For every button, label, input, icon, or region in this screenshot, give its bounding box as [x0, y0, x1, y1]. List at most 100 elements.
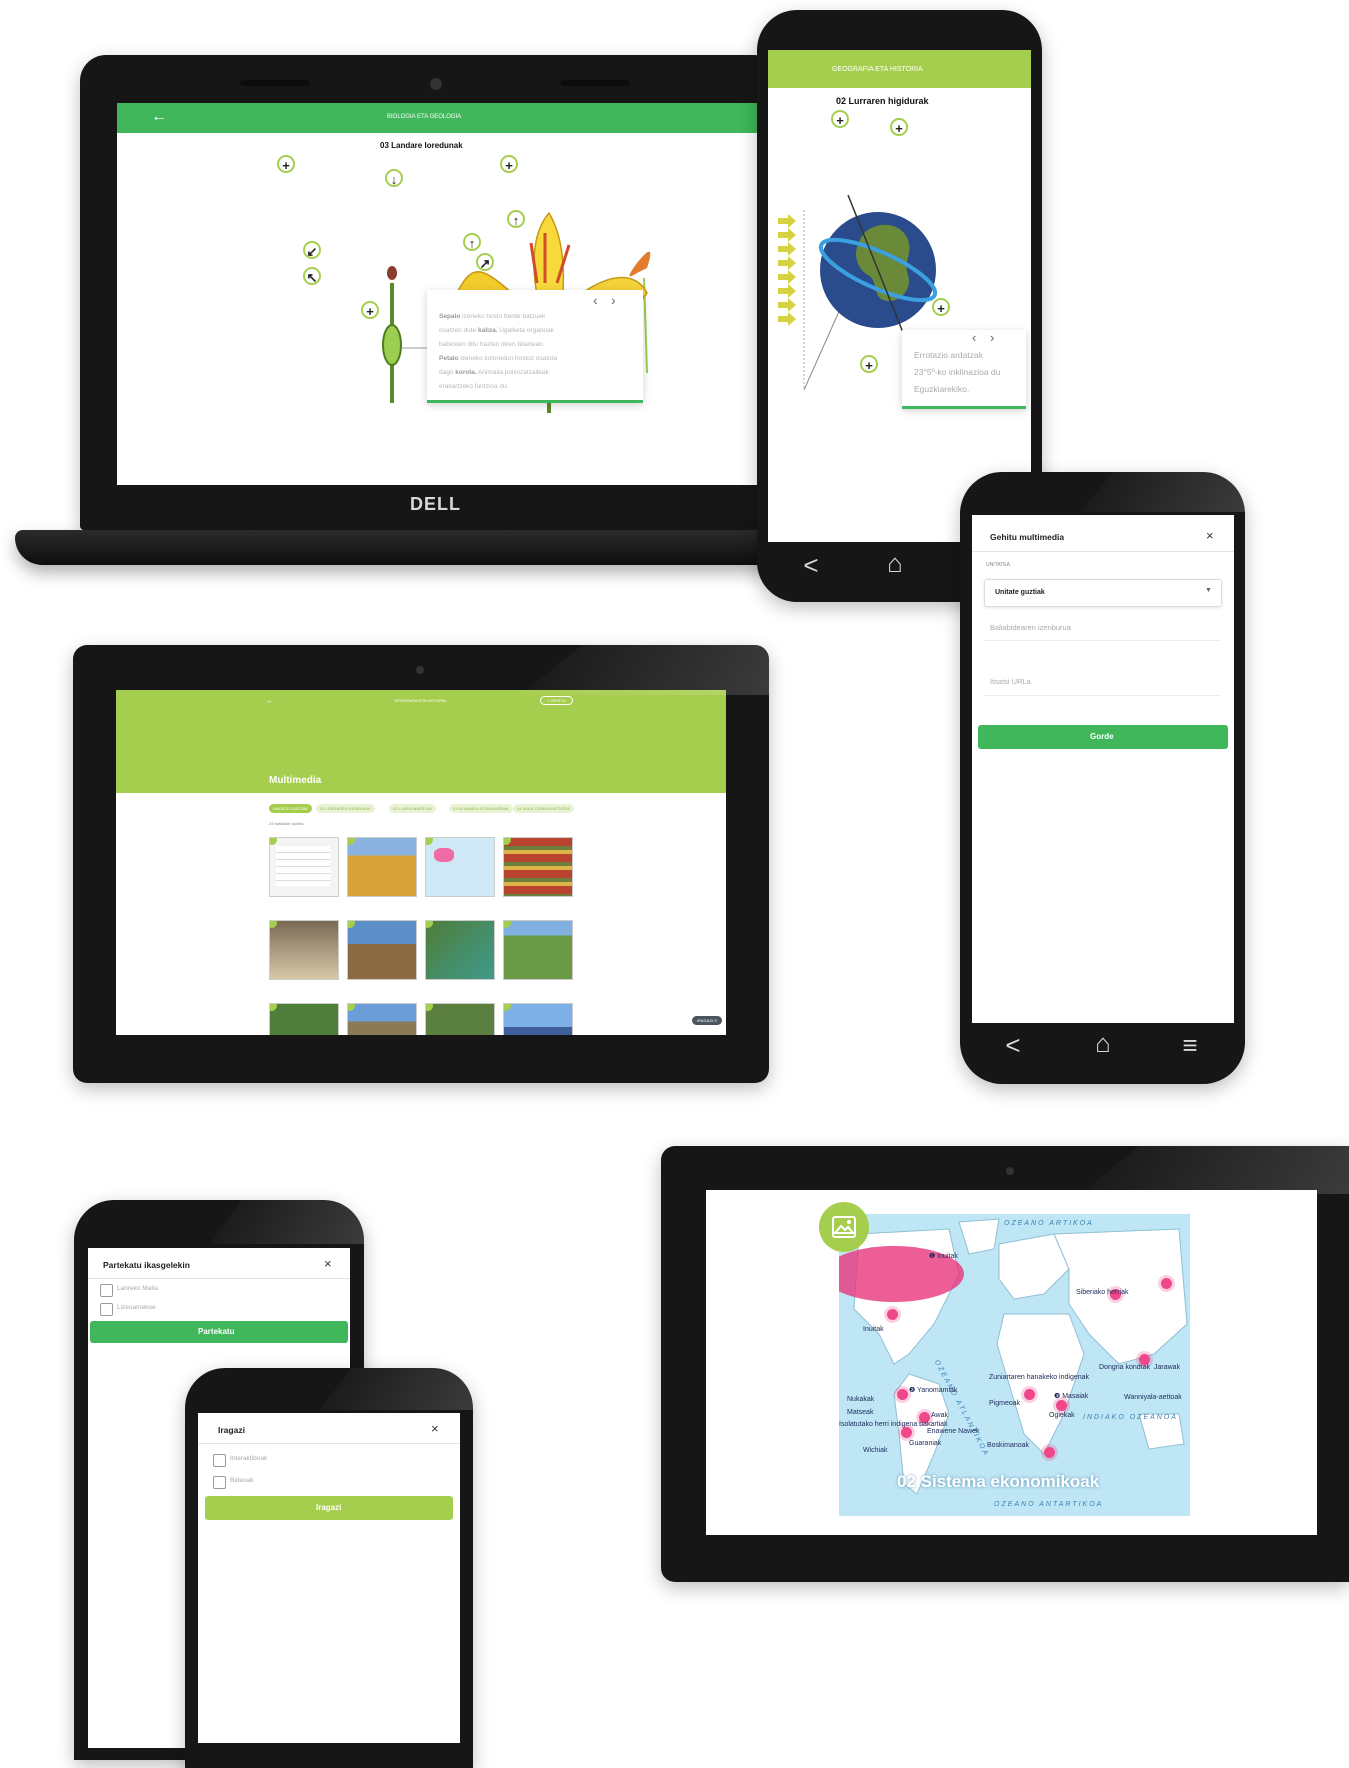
- menu-nav-icon[interactable]: ≡: [1175, 1030, 1205, 1061]
- place-label: Awak: [931, 1412, 948, 1419]
- place-label: Boskimanoak: [987, 1442, 1030, 1449]
- media-thumbnail[interactable]: [503, 1003, 573, 1035]
- media-thumbnail[interactable]: [269, 1003, 339, 1035]
- prev-icon[interactable]: ‹: [593, 292, 598, 308]
- page-title: Multimedia: [269, 775, 322, 786]
- hotspot-arrow-icon[interactable]: ↙: [303, 241, 321, 259]
- place-label: Pigmeoak: [989, 1400, 1021, 1407]
- hotspot-arrow-icon[interactable]: ↖: [303, 267, 321, 285]
- ocean-label-indian: INDIAKO OZEANOA: [1083, 1414, 1178, 1421]
- checkbox-videos[interactable]: [213, 1476, 226, 1489]
- hotspot-plus-icon[interactable]: +: [932, 298, 950, 316]
- chip-unit-02[interactable]: 02 LURRA MAPETAN: [389, 804, 437, 813]
- media-type-badge: [504, 838, 511, 845]
- hotspot-plus-icon[interactable]: +: [277, 155, 295, 173]
- card-line-3: Eguzkiarekiko.: [914, 384, 970, 394]
- class-option-1: Lanreko Maila: [117, 1285, 158, 1292]
- laptop-brand-logo: DELL: [410, 494, 461, 514]
- chip-unit-01[interactable]: 01 LURRAREN HIGIDURAK: [316, 804, 375, 813]
- field-divider: [984, 695, 1220, 696]
- image-icon: [832, 1216, 856, 1238]
- media-type-badge: [426, 921, 433, 928]
- unit-select[interactable]: Unitate guztiak ▼: [984, 579, 1222, 607]
- resource-name-field[interactable]: Baliabidearen izenburua: [990, 623, 1071, 632]
- filter-apply-button[interactable]: Iragazi: [205, 1496, 453, 1520]
- media-thumbnail[interactable]: [425, 837, 495, 897]
- place-label: Siberiako herriak: [1076, 1289, 1129, 1296]
- checkbox-interactive[interactable]: [213, 1454, 226, 1467]
- phone-geo-header: GEOGRAFIA ETA HISTORIA: [768, 50, 1031, 88]
- image-badge: [819, 1202, 869, 1252]
- media-thumbnail[interactable]: [269, 920, 339, 980]
- media-thumbnail[interactable]: [425, 1003, 495, 1035]
- close-icon[interactable]: ×: [1206, 528, 1214, 543]
- checkbox-class-2[interactable]: [100, 1303, 113, 1316]
- tablet-camera: [1006, 1167, 1014, 1175]
- media-thumbnail[interactable]: [347, 1003, 417, 1035]
- hotspot-arrow-icon[interactable]: ↗: [476, 253, 494, 271]
- phone-geo-info-card: ‹ › Errotazio ardatzak 23°5º-ko inklinaz…: [902, 330, 1026, 409]
- next-icon[interactable]: ›: [990, 330, 994, 345]
- place-label: Wanniyala-aettoak: [1124, 1394, 1182, 1401]
- media-type-badge: [426, 1004, 433, 1011]
- filter-apply-label: Iragazi: [316, 1503, 342, 1512]
- filter-button[interactable]: IRAGAZI ⊙: [692, 1016, 723, 1025]
- hotspot-plus-icon[interactable]: +: [500, 155, 518, 173]
- population-pin: [1056, 1400, 1067, 1411]
- phone-geo-header-title: GEOGRAFIA ETA HISTORIA: [832, 66, 923, 73]
- back-arrow-icon[interactable]: ←: [151, 108, 167, 126]
- phone-geo-unit-title: 02 Lurraren higidurak: [836, 96, 929, 106]
- laptop-speaker-left: [240, 80, 310, 86]
- share-button-label: Partekatu: [198, 1327, 235, 1336]
- back-nav-icon[interactable]: <: [998, 1030, 1028, 1061]
- hotspot-arrow-icon[interactable]: ↑: [507, 210, 525, 228]
- url-field[interactable]: Itsatsi URLa: [990, 677, 1031, 686]
- media-thumbnail[interactable]: [347, 837, 417, 897]
- home-nav-icon[interactable]: ⌂: [1088, 1028, 1118, 1059]
- media-thumbnail[interactable]: [269, 837, 339, 897]
- chip-unit-04[interactable]: 04 IRAULTZAREN HISTORIA: [513, 804, 574, 813]
- close-icon[interactable]: ×: [431, 1421, 439, 1436]
- unit-select-value: Unitate guztiak: [995, 589, 1045, 596]
- checkbox-class-1[interactable]: [100, 1284, 113, 1297]
- media-thumbnail[interactable]: [347, 920, 417, 980]
- media-type-badge: [504, 921, 511, 928]
- save-button[interactable]: Gorde: [978, 725, 1228, 749]
- back-arrow-icon[interactable]: ←: [266, 696, 274, 705]
- media-type-badge: [348, 921, 355, 928]
- hotspot-arrow-down-icon[interactable]: ↓: [385, 169, 403, 187]
- tablet-map-screen: OZEANO ARTIKOA OZEANO ATLANTIKOA INDIAKO…: [706, 1190, 1317, 1535]
- back-nav-icon[interactable]: <: [796, 550, 826, 581]
- media-thumbnail[interactable]: [425, 920, 495, 980]
- place-label: ❸ Masaiak: [1054, 1393, 1089, 1400]
- media-thumbnail[interactable]: [503, 920, 573, 980]
- hotspot-plus-icon[interactable]: +: [831, 110, 849, 128]
- hotspot-plus-icon[interactable]: +: [860, 355, 878, 373]
- laptop-base: [15, 530, 805, 565]
- hotspot-arrow-icon[interactable]: ↑: [463, 233, 481, 251]
- media-type-badge: [348, 1004, 355, 1011]
- prev-icon[interactable]: ‹: [972, 330, 976, 345]
- laptop-camera: [430, 78, 442, 90]
- tablet-header-title: GEOGRAFIA ETA HISTORIA: [394, 698, 446, 703]
- hotspot-plus-icon[interactable]: +: [361, 301, 379, 319]
- chip-all-units[interactable]: UNITATE GUZTIAK: [269, 804, 312, 813]
- stamen-anther: [629, 251, 651, 277]
- next-icon[interactable]: ›: [611, 292, 616, 308]
- media-thumbnail[interactable]: [503, 837, 573, 897]
- laptop-screen: ← BIOLOGIA ETA GEOLOGIA 03 Landare lored…: [117, 103, 757, 485]
- laptop-speaker-right: [560, 80, 630, 86]
- dialog-title: Gehitu multimedia: [990, 532, 1065, 542]
- dialog-divider: [972, 551, 1234, 552]
- home-nav-icon[interactable]: ⌂: [880, 548, 910, 579]
- chip-unit-03[interactable]: 03 KLIMAREN EZAUGARRIAK: [449, 804, 513, 813]
- hotspot-plus-icon[interactable]: +: [890, 118, 908, 136]
- media-type-badge: [348, 838, 355, 845]
- population-pin: [887, 1309, 898, 1320]
- share-button[interactable]: Partekatu: [90, 1321, 348, 1343]
- add-button[interactable]: + GEHITU: [540, 696, 573, 705]
- filter-option-interactive: Interaktiboak: [230, 1455, 268, 1462]
- unit-label: UNITATEA: [986, 562, 1010, 568]
- close-icon[interactable]: ×: [324, 1256, 332, 1271]
- place-label: ❶ Inuitak: [929, 1253, 958, 1260]
